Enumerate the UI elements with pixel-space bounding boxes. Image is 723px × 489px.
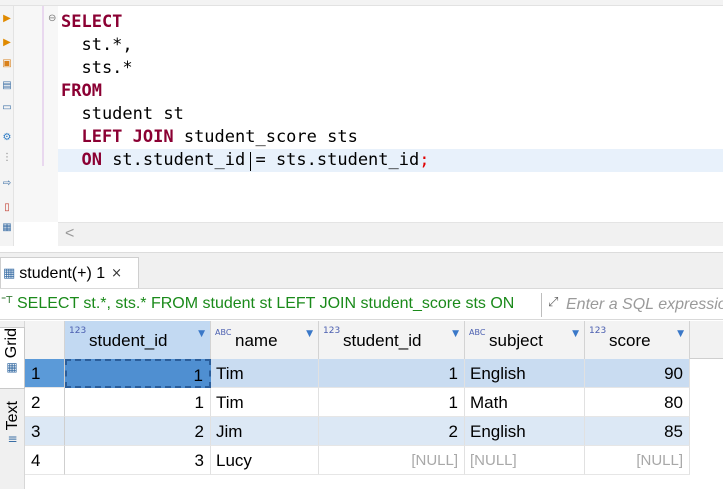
column-header-label: student_id xyxy=(89,331,168,350)
grid-cell[interactable]: 80 xyxy=(585,388,690,417)
column-header-student-id-2[interactable]: 123 student_id ▼ xyxy=(319,321,465,359)
grid-cell-null[interactable]: [NULL] xyxy=(465,446,585,475)
line-gutter xyxy=(14,6,58,222)
results-tab-bar: ▦ student(+) 1 × xyxy=(0,252,723,289)
filter-bar: ⁼T SELECT st.*, sts.* FROM student st LE… xyxy=(0,288,723,320)
close-tab-icon[interactable]: × xyxy=(111,266,122,281)
text-view-icon: ≡ xyxy=(7,432,18,447)
column-header-label: score xyxy=(609,331,651,350)
table-row[interactable]: 1 1 Tim 1 English 90 xyxy=(25,359,690,388)
filter-divider xyxy=(541,293,542,317)
row-number[interactable]: 4 xyxy=(25,446,65,475)
sql-filter-input[interactable] xyxy=(566,293,723,317)
sort-dropdown-icon[interactable]: ▼ xyxy=(452,329,459,339)
text-type-icon: ABC xyxy=(215,328,232,337)
row-number[interactable]: 1 xyxy=(25,359,65,388)
grid-header: 123 student_id ▼ ABC name ▼ 123 student_… xyxy=(25,321,723,359)
sort-dropdown-icon[interactable]: ▼ xyxy=(198,329,205,339)
tab-text[interactable]: Text ≡ xyxy=(0,401,25,457)
grid-cell[interactable]: 1 xyxy=(65,359,211,388)
column-header-score[interactable]: 123 score ▼ xyxy=(585,321,690,359)
settings-gear-icon[interactable]: ⚙ xyxy=(1,132,13,144)
sort-dropdown-icon[interactable]: ▼ xyxy=(572,329,579,339)
grid-cell[interactable]: English xyxy=(465,417,585,446)
results-tab-label: student(+) 1 xyxy=(19,264,106,282)
table-row[interactable]: 2 1 Tim 1 Math 80 xyxy=(25,388,690,417)
grid-cell[interactable]: 1 xyxy=(319,359,465,388)
grid-cell[interactable]: Math xyxy=(465,388,585,417)
column-header-student-id[interactable]: 123 student_id ▼ xyxy=(65,321,211,359)
horizontal-scrollbar[interactable]: < xyxy=(58,222,723,246)
scroll-left-arrow-icon[interactable]: < xyxy=(65,225,74,243)
numeric-type-icon: 123 xyxy=(69,326,87,336)
fold-collapse-icon[interactable]: ⊖ xyxy=(48,13,56,24)
grid-cell[interactable]: English xyxy=(465,359,585,388)
grid-cell[interactable]: 85 xyxy=(585,417,690,446)
execute-script-icon[interactable]: ▣ xyxy=(1,58,13,70)
code-line-4: FROM xyxy=(61,81,102,101)
filter-query-text: SELECT st.*, sts.* FROM student st LEFT … xyxy=(17,295,515,312)
sort-dropdown-icon[interactable]: ▼ xyxy=(306,329,313,339)
row-number[interactable]: 3 xyxy=(25,417,65,446)
text-cursor xyxy=(250,152,251,171)
code-line-1: SELECT xyxy=(61,12,123,32)
results-grid[interactable]: 123 student_id ▼ ABC name ▼ 123 student_… xyxy=(25,321,723,489)
column-header-label: name xyxy=(235,331,278,350)
grid-cell-null[interactable]: [NULL] xyxy=(585,446,690,475)
grid-view-icon: ▦ xyxy=(6,360,18,375)
execute-in-new-tab-icon[interactable]: ▶ xyxy=(1,37,13,49)
row-number-header[interactable] xyxy=(25,321,65,359)
code-line-2: st.*, xyxy=(61,35,133,55)
code-line-3: sts.* xyxy=(61,58,133,78)
tab-text-label: Text xyxy=(3,401,21,431)
load-script-icon[interactable]: ▯ xyxy=(1,202,13,214)
sort-dropdown-icon[interactable]: ▼ xyxy=(677,329,684,339)
grid-cell[interactable]: Lucy xyxy=(211,446,319,475)
grid-cell[interactable]: 90 xyxy=(585,359,690,388)
expand-filter-icon[interactable]: ⤢ xyxy=(548,295,558,310)
grid-cell[interactable]: 3 xyxy=(65,446,211,475)
results-tab[interactable]: ▦ student(+) 1 × xyxy=(0,257,139,289)
sql-editor[interactable]: ▶ ▶ ▣ ▤ ▭ ⚙ ⋮ ⇨ ▯ ▦ ⊖ SELECT st.*, sts.*… xyxy=(0,0,723,250)
grid-cell[interactable]: Jim xyxy=(211,417,319,446)
column-header-label: student_id xyxy=(343,331,422,350)
table-row[interactable]: 4 3 Lucy [NULL] [NULL] [NULL] xyxy=(25,446,690,475)
grid-cell[interactable]: 2 xyxy=(319,417,465,446)
export-icon[interactable]: ⇨ xyxy=(1,178,13,190)
grid-cell[interactable]: 1 xyxy=(319,388,465,417)
variables-icon[interactable]: ▦ xyxy=(1,222,13,234)
filter-query-icon: ⁼T xyxy=(1,295,13,306)
code-line-5: student st xyxy=(61,104,184,124)
numeric-type-icon: 123 xyxy=(589,326,607,336)
numeric-type-icon: 123 xyxy=(323,326,341,336)
grid-cell[interactable]: Tim xyxy=(211,359,319,388)
table-grid-icon: ▦ xyxy=(3,266,16,281)
explain-plan-icon[interactable]: ▤ xyxy=(1,80,13,92)
grid-cell[interactable]: Tim xyxy=(211,388,319,417)
code-area[interactable]: SELECT st.*, sts.* FROM student st LEFT … xyxy=(58,6,723,222)
code-line-7: ON st.student_id = sts.student_id; xyxy=(61,150,430,170)
editor-toolbar: ▶ ▶ ▣ ▤ ▭ ⚙ ⋮ ⇨ ▯ ▦ xyxy=(0,6,14,246)
row-number[interactable]: 2 xyxy=(25,388,65,417)
grid-cell[interactable]: 2 xyxy=(65,417,211,446)
grid-cell[interactable]: 1 xyxy=(65,388,211,417)
more-dots-icon[interactable]: ⋮ xyxy=(1,152,13,164)
tab-grid[interactable]: Grid ▦ xyxy=(0,327,25,389)
grid-cell-null[interactable]: [NULL] xyxy=(319,446,465,475)
code-line-6: LEFT JOIN student_score sts xyxy=(61,127,358,147)
console-icon[interactable]: ▭ xyxy=(1,102,13,114)
table-row[interactable]: 3 2 Jim 2 English 85 xyxy=(25,417,690,446)
text-type-icon: ABC xyxy=(469,328,486,337)
execute-statement-icon[interactable]: ▶ xyxy=(1,13,13,25)
tab-grid-label: Grid xyxy=(3,328,20,359)
column-header-label: subject xyxy=(489,331,543,350)
column-header-subject[interactable]: ABC subject ▼ xyxy=(465,321,585,359)
gutter-change-bar xyxy=(42,6,44,166)
column-header-name[interactable]: ABC name ▼ xyxy=(211,321,319,359)
view-mode-tabs: Grid ▦ Text ≡ xyxy=(0,321,25,489)
